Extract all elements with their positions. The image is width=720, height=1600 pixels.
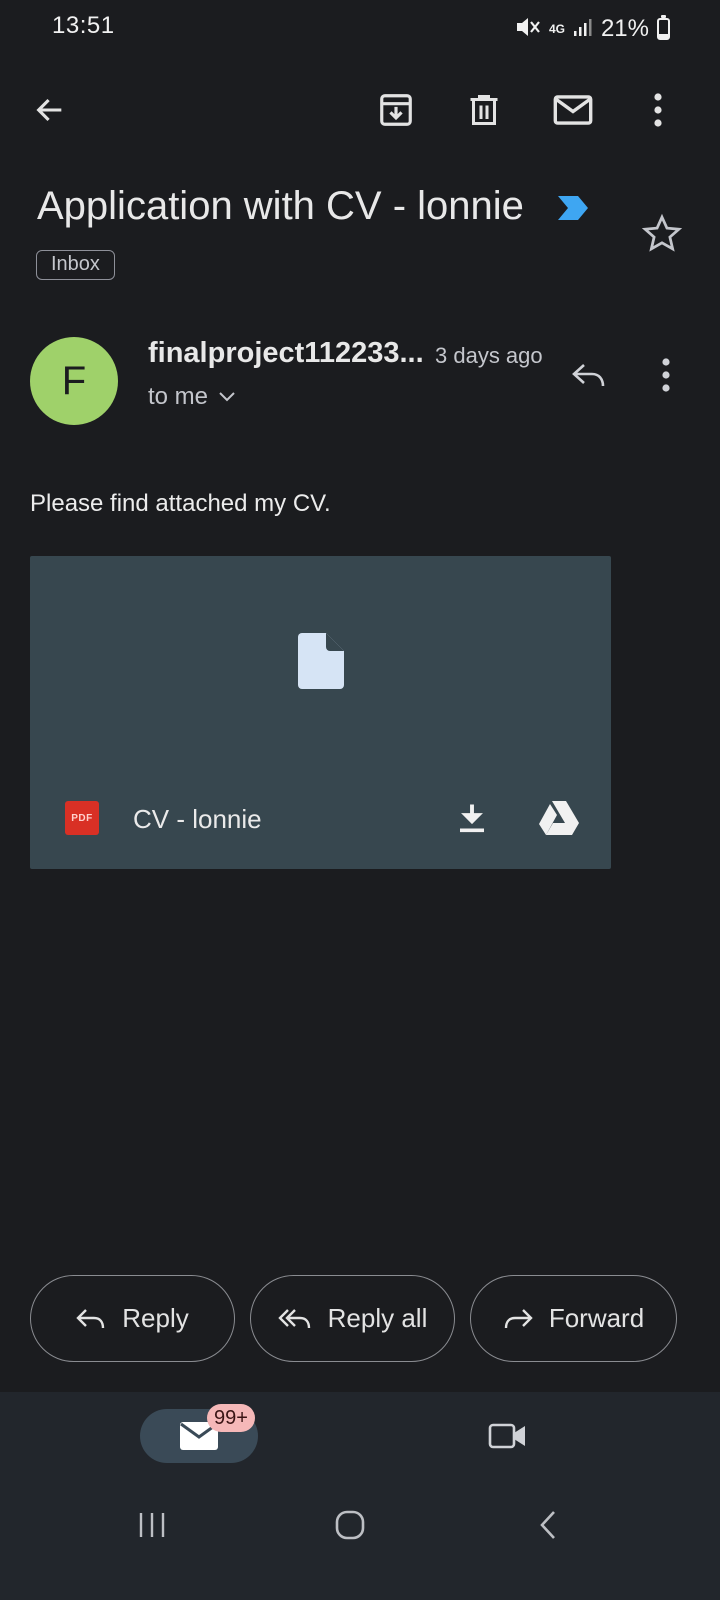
reply-label: Reply: [122, 1303, 189, 1333]
more-options-button[interactable]: [634, 86, 682, 134]
back-button[interactable]: [26, 86, 74, 134]
trash-icon: [470, 95, 498, 125]
archive-icon: [380, 94, 412, 126]
attachment-name: CV - lonnie: [133, 804, 262, 834]
recent-apps-icon: [139, 1513, 165, 1537]
forward-button[interactable]: Forward: [470, 1275, 677, 1362]
signal-icon: [573, 17, 593, 42]
recipient-toggle[interactable]: to me: [148, 383, 236, 411]
mail-icon: [553, 95, 593, 125]
mute-icon: [515, 15, 541, 44]
attachment-card[interactable]: PDF CV - lonnie: [30, 556, 611, 869]
pdf-icon: PDF: [65, 801, 99, 835]
reply-icon: [76, 1308, 105, 1328]
more-vert-icon: [654, 93, 662, 127]
forward-icon: [504, 1308, 533, 1328]
save-to-drive-button[interactable]: [538, 800, 580, 841]
download-icon: [460, 804, 484, 833]
email-body: Please find attached my CV.: [30, 490, 331, 517]
chevron-left-icon: [540, 1511, 555, 1539]
message-more-button[interactable]: [646, 352, 686, 398]
battery-icon: [657, 15, 670, 40]
inbox-label[interactable]: Inbox: [36, 250, 115, 280]
more-vert-icon: [662, 358, 670, 392]
reply-all-label: Reply all: [327, 1303, 428, 1333]
arrow-left-icon: [36, 98, 62, 122]
video-camera-icon: [488, 1423, 525, 1449]
file-icon: [298, 633, 344, 689]
avatar[interactable]: F: [30, 337, 118, 425]
meet-tab[interactable]: [486, 1414, 530, 1458]
home-button[interactable]: [320, 1500, 380, 1550]
home-icon: [335, 1510, 365, 1540]
network-type: 4G: [548, 22, 565, 36]
reply-icon: [572, 364, 605, 387]
chevron-down-icon: [219, 392, 235, 402]
unread-count-badge: 99+: [207, 1404, 255, 1432]
drive-icon: [539, 801, 579, 835]
sent-time: 3 days ago: [435, 343, 543, 368]
battery-level: 21%: [600, 15, 649, 42]
download-button[interactable]: [454, 800, 490, 841]
reply-icon-button[interactable]: [566, 352, 612, 398]
recent-apps-button[interactable]: [122, 1500, 182, 1550]
bottom-navigation: 99+: [0, 1392, 720, 1600]
reply-button[interactable]: Reply: [30, 1275, 235, 1362]
sender-name[interactable]: finalproject112233...: [148, 337, 424, 370]
mark-unread-button[interactable]: [549, 86, 597, 134]
importance-marker-icon: [556, 194, 590, 227]
email-subject: Application with CV - lonnie: [37, 184, 524, 228]
status-icons: 4G 21%: [515, 12, 670, 46]
system-back-button[interactable]: [518, 1500, 578, 1550]
recipient-label: to me: [148, 383, 209, 410]
forward-label: Forward: [548, 1303, 645, 1333]
star-button[interactable]: [640, 212, 684, 261]
reply-all-icon: [277, 1308, 310, 1328]
archive-button[interactable]: [372, 86, 420, 134]
reply-all-button[interactable]: Reply all: [250, 1275, 455, 1362]
star-icon: [641, 213, 683, 252]
delete-button[interactable]: [460, 86, 508, 134]
status-time: 13:51: [52, 12, 115, 39]
